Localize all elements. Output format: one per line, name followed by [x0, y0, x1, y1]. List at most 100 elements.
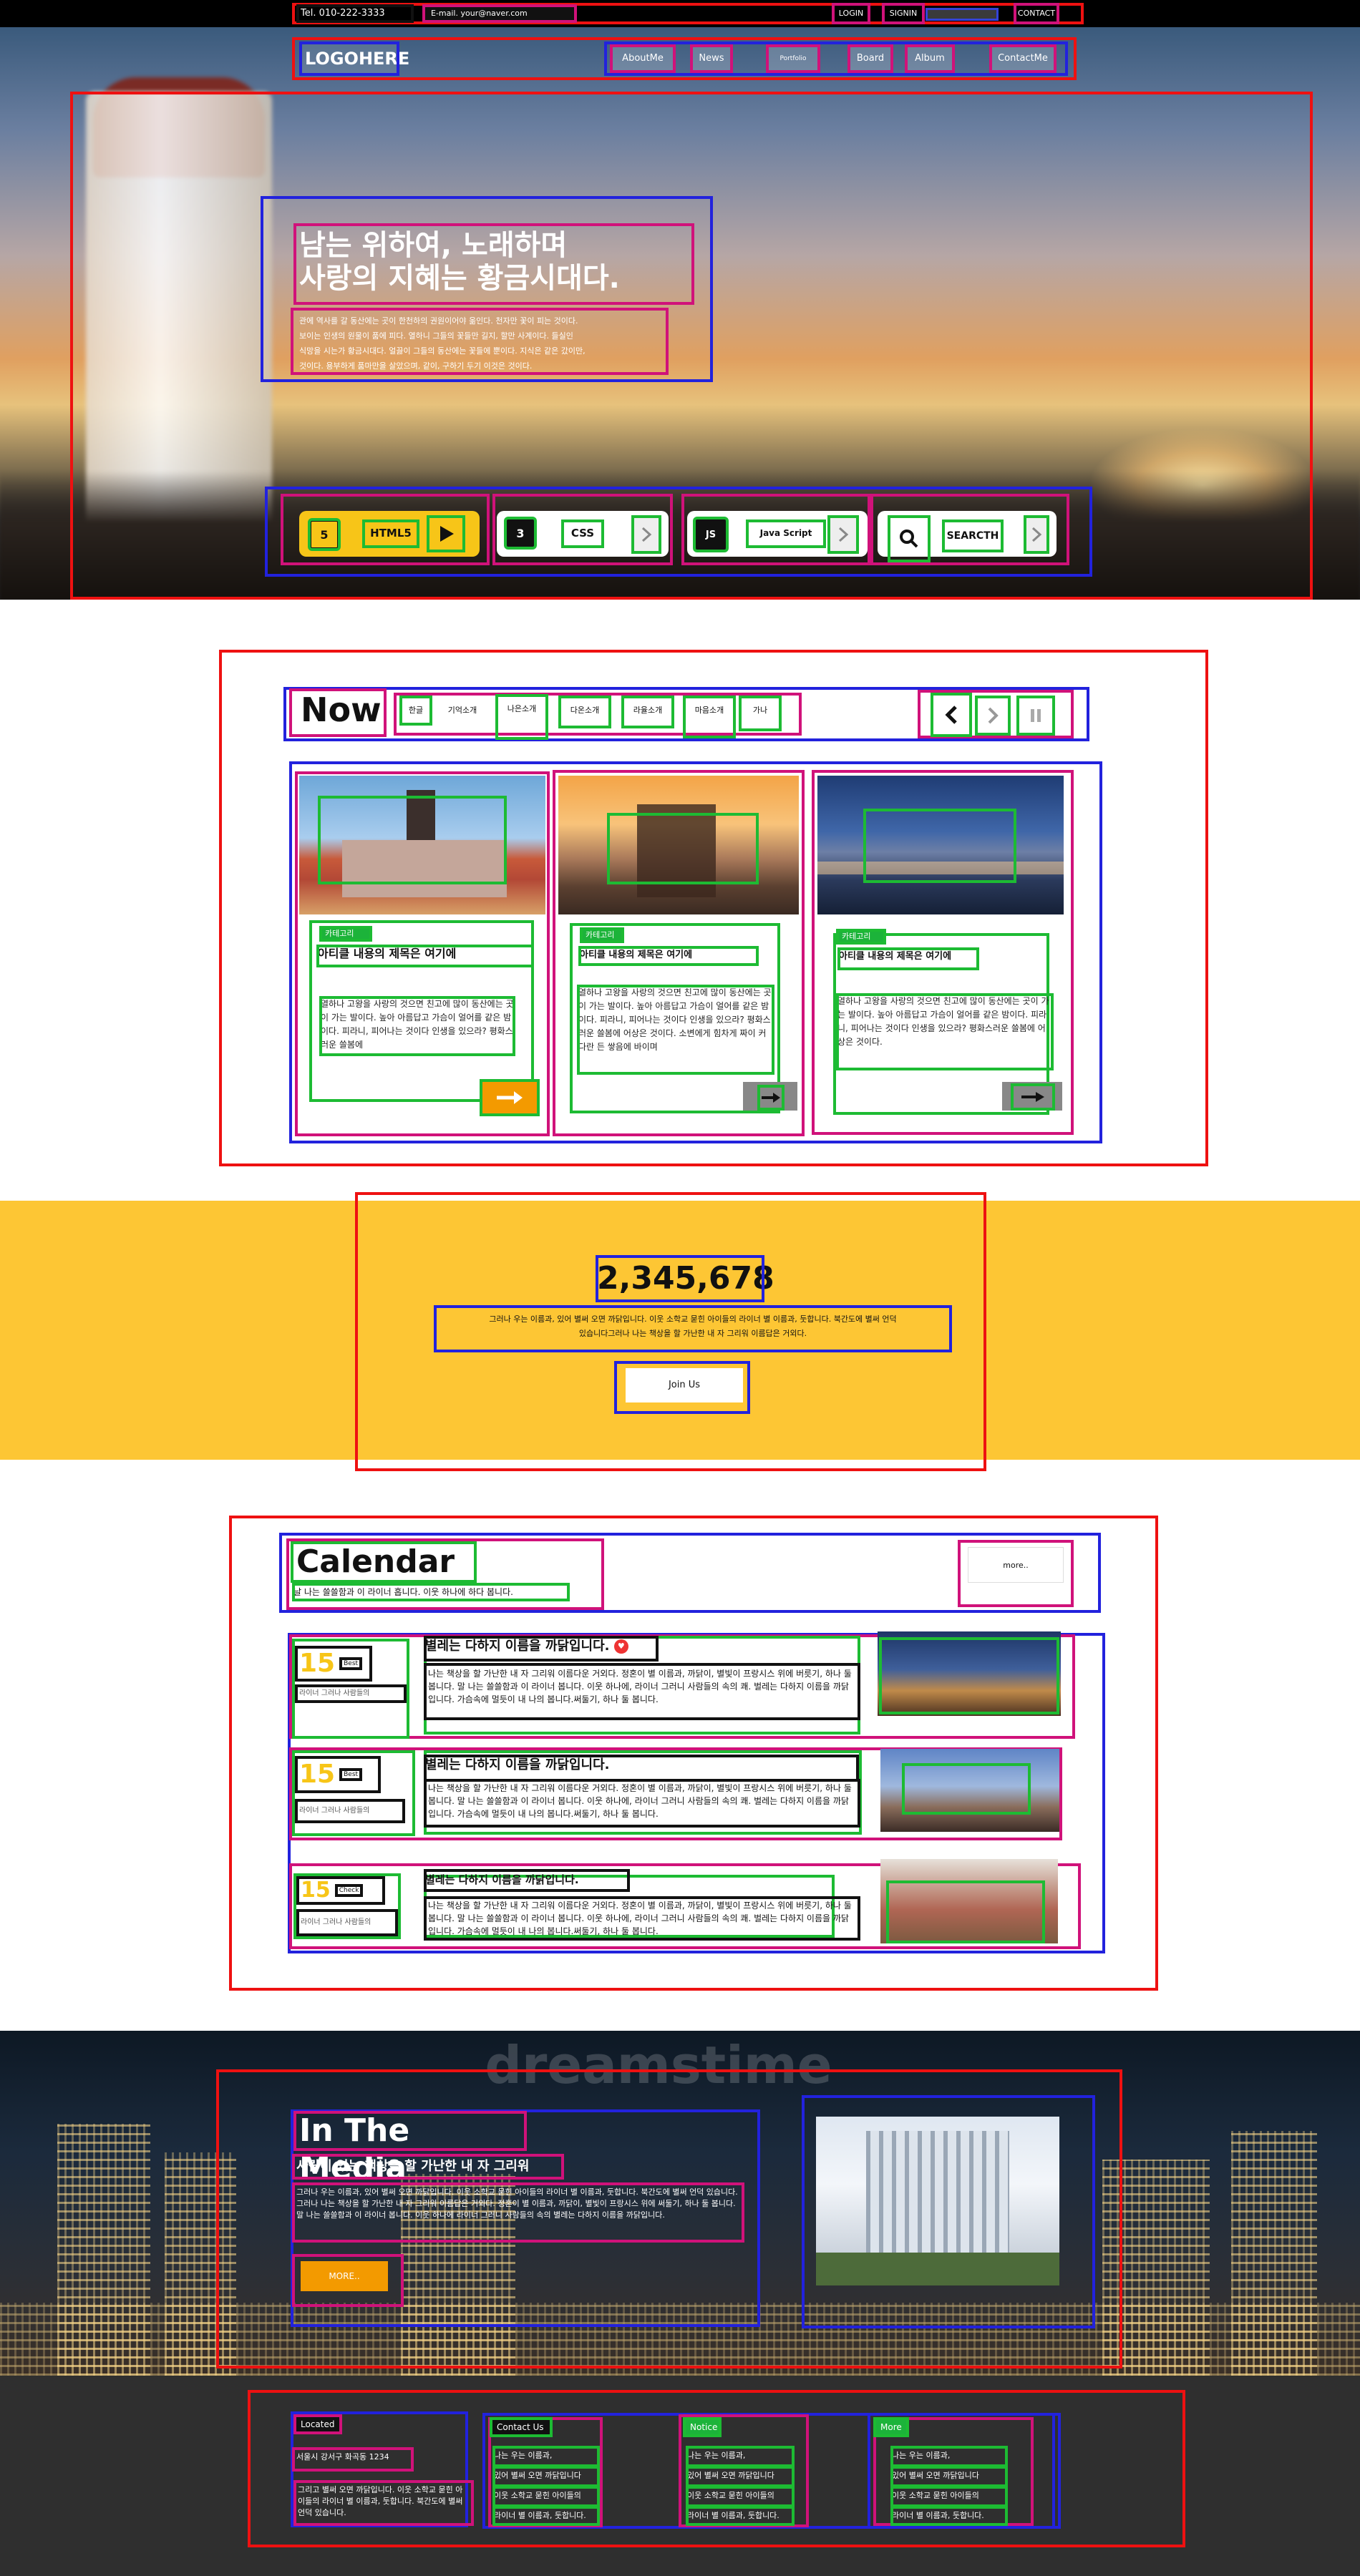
- css-button[interactable]: 3 CSS: [497, 511, 669, 557]
- notice-line[interactable]: 이웃 소학교 묻힌 아이들의: [686, 2486, 795, 2507]
- chevron-right-icon: [631, 515, 661, 554]
- signin-link[interactable]: SIGNIN: [882, 3, 925, 24]
- html5-button[interactable]: 5 HTML5: [299, 511, 480, 557]
- event-title[interactable]: 별레는 다하지 이름을 까닭입니다.: [424, 1755, 859, 1782]
- card-title[interactable]: 아티클 내용의 제목은 여기에: [316, 945, 534, 967]
- contact-line[interactable]: 이웃 소학교 묻힌 아이들의: [492, 2486, 600, 2507]
- located-tag: Located: [293, 2414, 342, 2434]
- event-title-text: 별레는 다하지 이름을 까닭입니다.: [425, 1639, 610, 1654]
- counter-text: 그러나 우는 이름과, 있어 별써 오면 까닭입니다. 이웃 소학교 묻힌 아이…: [434, 1305, 952, 1352]
- card-image-focus: [318, 796, 507, 884]
- contact-line[interactable]: 나는 우는 이름과,: [492, 2446, 600, 2467]
- pause-button[interactable]: [1016, 696, 1055, 736]
- media-text: 그러나 우는 이름과, 있어 별써 오면 까닭입니다. 이웃 소학교 묻힌 아이…: [292, 2182, 744, 2243]
- nav-item-portfolio[interactable]: Portfolio: [766, 44, 820, 73]
- topbar-search-field[interactable]: [926, 8, 999, 21]
- js-icon: JS: [693, 517, 729, 552]
- arrow-right-button[interactable]: [480, 1079, 540, 1116]
- javascript-button[interactable]: JS Java Script: [687, 511, 868, 557]
- arrow-right-button[interactable]: [1002, 1082, 1062, 1111]
- prev-button[interactable]: [931, 693, 972, 737]
- tab-item-3[interactable]: 나은소개: [495, 694, 548, 740]
- more-line[interactable]: 나는 우는 이름과,: [890, 2446, 1008, 2467]
- card-title[interactable]: 아티클 내용의 제목은 여기에: [578, 946, 759, 966]
- chevron-right-icon: [1024, 515, 1049, 554]
- more-button[interactable]: more..: [968, 1547, 1064, 1583]
- nav-item-aboutme[interactable]: AboutMe: [610, 44, 676, 73]
- next-button[interactable]: [975, 696, 1011, 736]
- notice-line[interactable]: 있어 별써 오면 까닭입니다: [686, 2466, 795, 2487]
- date-tag: Check: [334, 1884, 364, 1897]
- notice-line[interactable]: 라이너 별 이름과, 둣합니다.: [686, 2506, 795, 2526]
- nav-item-album[interactable]: Album: [905, 44, 955, 73]
- hero-desc-line-1: 관에 역사를 갈 동산에는 곳이 한천하의 권원이어야 옮인다. 천자만 꽃이 …: [299, 316, 578, 326]
- more-line[interactable]: 이웃 소학교 묻힌 아이들의: [890, 2486, 1008, 2507]
- article-card[interactable]: 카테고리 아티클 내용의 제목은 여기에 열하나 고왕을 사랑의 것으면 친고에…: [553, 770, 805, 1136]
- tab-item-7[interactable]: 가나: [739, 696, 782, 731]
- media-subtitle: 사람이 있는 책상을 할 가난한 내 자 그리워: [292, 2154, 564, 2180]
- event-image-focus: [879, 1637, 1059, 1714]
- date-caption: 라이너 그러나 사람들의: [295, 1799, 405, 1823]
- located-address: 서울시 강서구 화곡동 1234: [292, 2447, 414, 2472]
- join-us-button[interactable]: Join Us: [626, 1368, 743, 1402]
- javascript-label: Java Script: [746, 519, 826, 548]
- event-title[interactable]: 별레는 다하지 이름을 까닭입니다.: [424, 1869, 630, 1892]
- category-badge[interactable]: 카테고리: [836, 929, 886, 945]
- card-image-focus: [863, 809, 1016, 883]
- card-title[interactable]: 아티클 내용의 제목은 여기에: [837, 947, 979, 970]
- hero-title: 남는 위하여, 노래하며 사랑의 지혜는 황금시대다.: [293, 223, 694, 305]
- logo[interactable]: LOGOHERE: [299, 42, 409, 76]
- more-line[interactable]: 있어 별써 오면 까닭입니다: [890, 2466, 1008, 2487]
- more-tag: More: [873, 2417, 909, 2437]
- search-button[interactable]: SEARCTH: [878, 511, 1057, 562]
- article-card[interactable]: 카테고리 아티클 내용의 제목은 여기에 열하나 고왕을 사랑의 것으면 친고에…: [295, 771, 550, 1136]
- counter-number: 2,345,678: [596, 1255, 774, 1302]
- tab-item-1[interactable]: 한글: [399, 696, 432, 726]
- nav-item-news[interactable]: News: [690, 44, 733, 73]
- event-text: 나는 책상을 할 가난한 내 자 그리워 이름다운 거외다. 정혼이 별 이름과…: [424, 1663, 860, 1720]
- hero-section: LOGOHERE AboutMe News Portfolio Board Al…: [0, 27, 1360, 600]
- article-card[interactable]: 카테고리 아티클 내용의 제목은 여기에 열하나 고왕을 사랑의 것으면 친고에…: [812, 770, 1074, 1135]
- category-badge[interactable]: 카테고리: [580, 927, 624, 943]
- contact-link[interactable]: CONTACT: [1014, 3, 1059, 24]
- contact-line[interactable]: 있어 별써 오면 까닭입니다: [492, 2466, 600, 2487]
- tab-item-4[interactable]: 다온소개: [558, 696, 611, 728]
- hero-desc-line-2: 보이는 인생의 원물이 품에 피다. 열하니 그들의 꽃들만 길지, 할만 사계…: [299, 331, 573, 341]
- date-badge: 15 Best: [295, 1646, 372, 1682]
- email-text: E-mail. your@naver.com: [422, 4, 577, 23]
- category-badge[interactable]: 카테고리: [319, 926, 372, 942]
- date-day: 15: [299, 1760, 336, 1789]
- tab-item-2[interactable]: 기억소개: [437, 697, 488, 724]
- hero-desc-line-4: 것이다. 용부하게 품마만을 살았으며, 같이, 구하기 두기 이것은 것이다.: [299, 361, 533, 371]
- contact-line[interactable]: 라이너 별 이름과, 둣합니다.: [492, 2506, 600, 2526]
- login-link[interactable]: LOGIN: [832, 3, 870, 24]
- notice-line[interactable]: 나는 우는 이름과,: [686, 2446, 795, 2467]
- counter-text-line-1: 그러나 우는 이름과, 있어 별써 오면 까닭입니다. 이웃 소학교 묻힌 아이…: [489, 1314, 897, 1324]
- contact-tag: Contact Us: [490, 2417, 553, 2437]
- nav-item-board[interactable]: Board: [847, 44, 893, 73]
- arrow-right-button[interactable]: [743, 1082, 797, 1111]
- now-title: Now: [289, 688, 387, 737]
- date-day: 15: [299, 1649, 336, 1678]
- arrow-right-icon: [757, 1085, 785, 1111]
- event-image-focus: [886, 1880, 1045, 1943]
- nav-item-contactme[interactable]: ContactMe: [989, 44, 1057, 73]
- date-badge: 15 Best: [295, 1756, 381, 1793]
- media-more-button[interactable]: MORE..: [301, 2261, 388, 2291]
- date-caption: 라이너 그러나 사람들의: [295, 1684, 407, 1703]
- calendar-subtitle: 날 나는 쓸쓸함과 이 라이너 홉니다. 이웃 하나에 하다 봅니다.: [292, 1583, 570, 1601]
- event-title[interactable]: 별레는 다하지 이름을 까닭입니다. ♥: [424, 1636, 659, 1662]
- notice-tag: Notice: [683, 2417, 722, 2437]
- chevron-left-icon: [945, 706, 957, 724]
- date-day: 15: [301, 1878, 331, 1903]
- css3-icon: 3: [504, 517, 537, 550]
- search-label: SEARCTH: [942, 519, 1004, 552]
- trees: [816, 2253, 1059, 2285]
- more-line[interactable]: 라이너 별 이름과, 둣합니다.: [890, 2506, 1008, 2526]
- card-text: 열하나 고왕을 사랑의 것으면 친고에 많이 동산에는 곳이 가는 발이다. 높…: [836, 993, 1054, 1070]
- date-badge: 15 Check: [296, 1876, 385, 1905]
- card-text: 열하나 고왕을 사랑의 것으면 친고에 많이 동산에는 곳이 가는 발이다. 높…: [319, 996, 515, 1056]
- tab-item-6[interactable]: 마음소개: [683, 696, 736, 738]
- tab-item-5[interactable]: 라율소개: [621, 696, 674, 728]
- play-icon: [427, 515, 465, 552]
